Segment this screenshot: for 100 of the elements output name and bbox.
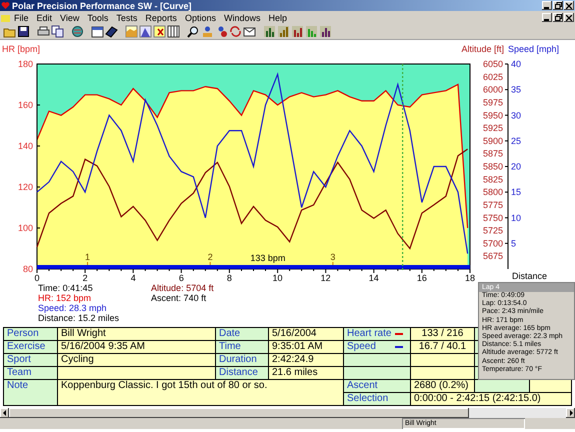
menu-item[interactable]: Options — [180, 12, 220, 22]
field-label: Sport — [4, 354, 58, 366]
pages-icon[interactable] — [51, 25, 64, 38]
restore-button[interactable] — [553, 13, 563, 22]
area-chart-icon[interactable] — [125, 25, 138, 38]
y-tick-label: 25 — [511, 136, 522, 146]
menu-item[interactable]: Help — [264, 12, 291, 22]
y-tick-label: 5 — [511, 238, 516, 248]
field-value: 2680 (0.2%) — [410, 380, 474, 392]
menu-item[interactable]: File — [10, 12, 33, 22]
x-tick-label: 16 — [416, 273, 427, 283]
y-tick-label: 5775 — [482, 200, 503, 210]
columns-icon[interactable] — [167, 25, 180, 38]
y-tick-label: 140 — [18, 141, 33, 151]
bar-chart-up-icon[interactable] — [277, 25, 290, 38]
chart-x-icon[interactable] — [153, 25, 166, 38]
field-label: Speed — [347, 341, 376, 353]
menu-item[interactable]: Reports — [141, 12, 181, 22]
y-tick-label: 6050 — [482, 59, 503, 69]
y-tick-label: 5875 — [482, 148, 503, 159]
y-tick-label: 30 — [511, 110, 522, 120]
x-tick-label: 18 — [465, 273, 475, 283]
minimize-button[interactable] — [542, 13, 552, 22]
menu-item[interactable]: Edit — [32, 12, 56, 22]
field-label: Selection — [344, 392, 410, 406]
x-tick-label: 10 — [272, 273, 283, 283]
y-tick-label: 35 — [511, 84, 522, 95]
printer-icon[interactable] — [37, 25, 50, 38]
field-label: Ascent — [344, 380, 410, 392]
x-tick-label: 0 — [34, 273, 40, 283]
axis-title: Altitude [ft] — [461, 44, 504, 54]
field-value: 5/16/2004 — [268, 328, 344, 340]
menu-item[interactable]: Tests — [112, 12, 142, 22]
average-label: 133 bpm — [250, 253, 286, 263]
x-tick-label: 8 — [226, 273, 232, 283]
readout-text: Ascent: 740 ft — [151, 293, 208, 303]
lap-number: 1 — [85, 252, 90, 262]
left-arrow-icon — [2, 410, 6, 416]
peak-chart-icon[interactable] — [139, 25, 152, 38]
x-tick-label: 12 — [320, 273, 331, 283]
y-tick-label: 5825 — [482, 174, 503, 184]
heart-icon — [1, 1, 10, 10]
envelope-icon[interactable] — [243, 25, 256, 38]
y-tick-label: 5700 — [482, 238, 503, 248]
x-tick-label: 4 — [130, 273, 136, 283]
arrows-cycle-icon[interactable] — [229, 25, 242, 38]
field-value: 9:35:01 AM — [268, 340, 344, 354]
y-tick-label: 20 — [511, 162, 522, 172]
close-icon — [566, 14, 572, 20]
bar-chart-icon[interactable] — [263, 25, 276, 38]
y-tick-label: 40 — [511, 59, 522, 69]
y-tick-label: 5850 — [482, 162, 503, 172]
axis-title: Distance — [512, 271, 548, 281]
x-tick-label: 2 — [82, 273, 88, 283]
menu-item[interactable]: Windows — [220, 12, 264, 22]
y-tick-label: 5725 — [482, 226, 503, 236]
restore-button[interactable] — [553, 1, 563, 10]
y-tick-label: 80 — [22, 264, 33, 274]
right-arrow-icon — [568, 410, 572, 416]
field-label: Time — [216, 340, 268, 354]
note-text: Koppenburg Classic. I got 15th out of 80 or so. — [58, 380, 344, 406]
close-button[interactable] — [564, 1, 574, 10]
field-label: Date — [216, 328, 268, 340]
bar-chart-icon[interactable] — [291, 25, 304, 38]
axis-title: HR [bpm] — [2, 44, 40, 54]
field-label: Person — [4, 328, 58, 340]
lap-number: 2 — [208, 252, 213, 262]
bar-chart-icon[interactable] — [319, 25, 332, 38]
y-tick-label: 180 — [18, 59, 33, 69]
readout-text: Distance: 15.2 miles — [38, 313, 120, 323]
field-value: Bill Wright — [58, 328, 216, 340]
scroll-thumb[interactable] — [9, 408, 469, 418]
scroll-left-button[interactable] — [0, 408, 9, 418]
field-value: Cycling — [58, 354, 216, 366]
lap-number: 3 — [330, 252, 336, 262]
menu-item[interactable]: Tools — [83, 12, 112, 22]
field-value: 133 / 216 — [410, 328, 474, 340]
readout-text: HR: 152 bpm — [38, 293, 92, 303]
field-label: Exercise — [4, 340, 58, 354]
close-button[interactable] — [564, 13, 574, 22]
y-tick-label: 5675 — [482, 251, 503, 262]
calendar-icon[interactable] — [91, 25, 104, 38]
y-tick-label: 5900 — [482, 136, 503, 146]
y-tick-label: 5750 — [482, 212, 503, 223]
y-tick-label: 6025 — [482, 72, 503, 82]
field-label: Team — [4, 366, 58, 380]
readout-text: Time: 0:41:45 — [38, 283, 94, 293]
readout-text: Altitude: 5704 ft — [151, 283, 214, 293]
magnifier-icon[interactable] — [187, 25, 200, 38]
scroll-right-button[interactable] — [566, 408, 575, 418]
window-title: Polar Precision Performance SW - [Curve] — [12, 0, 193, 10]
y-tick-label: 6000 — [482, 84, 503, 95]
y-tick-label: 5925 — [482, 123, 503, 134]
y-tick-label: 160 — [18, 100, 33, 110]
y-tick-label: 5975 — [482, 97, 503, 108]
menu-item[interactable]: View — [56, 12, 84, 22]
minimize-button[interactable] — [542, 1, 552, 10]
field-label: Heart rate — [347, 328, 392, 340]
x-tick-label: 14 — [368, 273, 379, 283]
close-icon — [566, 2, 572, 8]
